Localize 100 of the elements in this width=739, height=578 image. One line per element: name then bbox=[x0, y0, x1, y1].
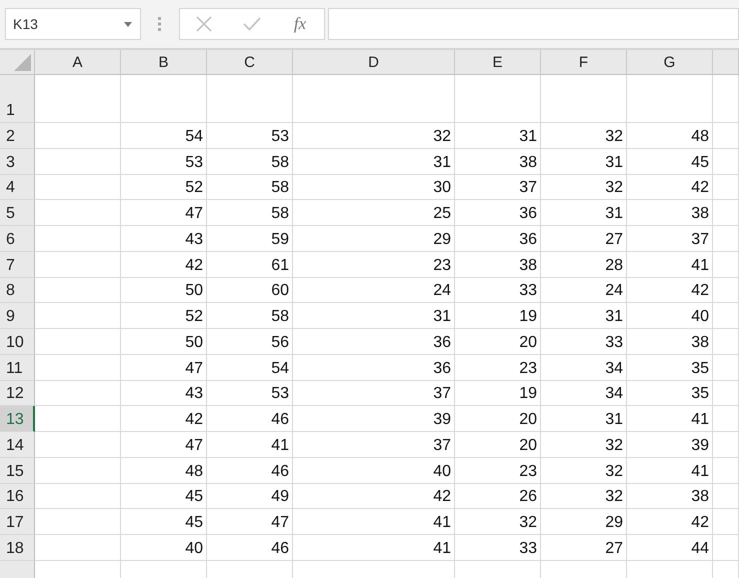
table-cell: 36 bbox=[455, 200, 541, 226]
table-cell: 45 bbox=[121, 484, 207, 510]
table-cell: 40 bbox=[121, 535, 207, 561]
table-cell: 32 bbox=[541, 484, 627, 510]
table-cell: 46 bbox=[207, 535, 293, 561]
column-header[interactable]: B bbox=[121, 50, 207, 75]
row-header[interactable]: 18 bbox=[0, 535, 35, 561]
table-cell: 32 bbox=[541, 432, 627, 458]
table-cell: 58 bbox=[207, 174, 293, 200]
table-cell: 58 bbox=[207, 148, 293, 174]
table-cell: 32 bbox=[455, 509, 541, 535]
row-header[interactable]: 4 bbox=[0, 174, 35, 200]
table-cell: 39 bbox=[627, 432, 713, 458]
table-cell: 59 bbox=[207, 226, 293, 252]
table-cell: 38 bbox=[627, 484, 713, 510]
grip-icon bbox=[158, 17, 161, 31]
table-cell: 38 bbox=[627, 200, 713, 226]
column-header[interactable]: E bbox=[455, 50, 541, 75]
column-header[interactable]: C bbox=[207, 50, 293, 75]
table-cell: 37 bbox=[455, 174, 541, 200]
table-cell: 23 bbox=[455, 458, 541, 484]
table-cell: 48 bbox=[627, 123, 713, 149]
table-cell bbox=[713, 123, 739, 149]
row-header[interactable]: 12 bbox=[0, 380, 35, 406]
table-cell bbox=[713, 406, 739, 432]
table-cell bbox=[713, 200, 739, 226]
table-cell: 20 bbox=[455, 406, 541, 432]
table-cell: 45 bbox=[121, 509, 207, 535]
table-cell: 45 bbox=[627, 148, 713, 174]
row-header[interactable]: 14 bbox=[0, 432, 35, 458]
table-cell bbox=[713, 148, 739, 174]
column-header[interactable] bbox=[713, 50, 739, 75]
table-cell: 42 bbox=[627, 509, 713, 535]
table-cell: 27 bbox=[541, 226, 627, 252]
table-cell: 53 bbox=[207, 123, 293, 149]
row-header[interactable]: 8 bbox=[0, 278, 35, 304]
row-header[interactable]: 2 bbox=[0, 123, 35, 149]
table-cell bbox=[713, 509, 739, 535]
table-cell: 52 bbox=[121, 303, 207, 329]
table-cell: 31 bbox=[293, 303, 455, 329]
table-cell bbox=[713, 75, 739, 123]
row-header[interactable]: 11 bbox=[0, 354, 35, 380]
table-cell bbox=[713, 380, 739, 406]
table-cell: 61 bbox=[207, 252, 293, 278]
table-cell: 53 bbox=[207, 380, 293, 406]
table-cell: 31 bbox=[541, 406, 627, 432]
caret-icon bbox=[124, 22, 132, 26]
column-header[interactable]: A bbox=[35, 50, 121, 75]
table-cell: 32 bbox=[541, 123, 627, 149]
column-header[interactable]: D bbox=[293, 50, 455, 75]
table-cell: 26 bbox=[455, 484, 541, 510]
table-cell: 29 bbox=[293, 226, 455, 252]
table-cell: 37 bbox=[627, 226, 713, 252]
column-header[interactable]: G bbox=[627, 50, 713, 75]
row-header[interactable]: 10 bbox=[0, 329, 35, 355]
table-cell: 28 bbox=[541, 252, 627, 278]
table-cell bbox=[713, 252, 739, 278]
row-header[interactable]: 6 bbox=[0, 226, 35, 252]
row-header[interactable]: 17 bbox=[0, 509, 35, 535]
table-cell: 30 bbox=[293, 174, 455, 200]
row-header[interactable]: 9 bbox=[0, 303, 35, 329]
table-cell: 47 bbox=[121, 200, 207, 226]
row-header[interactable]: 1 bbox=[0, 75, 35, 123]
table-cell: 24 bbox=[541, 278, 627, 304]
table-cell bbox=[713, 458, 739, 484]
row-header[interactable]: 16 bbox=[0, 484, 35, 510]
table-cell bbox=[713, 354, 739, 380]
table-cell: 38 bbox=[455, 252, 541, 278]
column-header[interactable]: F bbox=[541, 50, 627, 75]
table-cell bbox=[713, 303, 739, 329]
row-header[interactable]: 13 bbox=[0, 406, 35, 432]
table-cell: 35 bbox=[627, 354, 713, 380]
table-cell bbox=[713, 174, 739, 200]
table-cell: 41 bbox=[627, 458, 713, 484]
row-header[interactable]: 3 bbox=[0, 148, 35, 174]
table-cell: 31 bbox=[541, 148, 627, 174]
check-icon bbox=[243, 17, 261, 31]
table-cell: 56 bbox=[207, 329, 293, 355]
table-cell: 50 bbox=[121, 329, 207, 355]
table-cell: 42 bbox=[627, 174, 713, 200]
table-cell: 38 bbox=[455, 148, 541, 174]
formula-input[interactable] bbox=[328, 8, 739, 40]
table-cell: 54 bbox=[121, 123, 207, 149]
table-cell: 20 bbox=[455, 432, 541, 458]
name-box[interactable]: K13 bbox=[5, 8, 141, 40]
row-header[interactable]: 5 bbox=[0, 200, 35, 226]
table-cell: 36 bbox=[293, 329, 455, 355]
table-cell: 32 bbox=[541, 174, 627, 200]
row-header[interactable]: 15 bbox=[0, 458, 35, 484]
row-header[interactable]: 7 bbox=[0, 252, 35, 278]
table-cell: 41 bbox=[293, 535, 455, 561]
table-cell: 42 bbox=[627, 278, 713, 304]
table-cell: 46 bbox=[207, 458, 293, 484]
table-cell: 42 bbox=[121, 252, 207, 278]
table-cell: 47 bbox=[207, 509, 293, 535]
table-cell: 33 bbox=[455, 535, 541, 561]
table-cell: 43 bbox=[121, 380, 207, 406]
table-cell: 23 bbox=[455, 354, 541, 380]
table-cell bbox=[713, 226, 739, 252]
table-cell bbox=[713, 484, 739, 510]
